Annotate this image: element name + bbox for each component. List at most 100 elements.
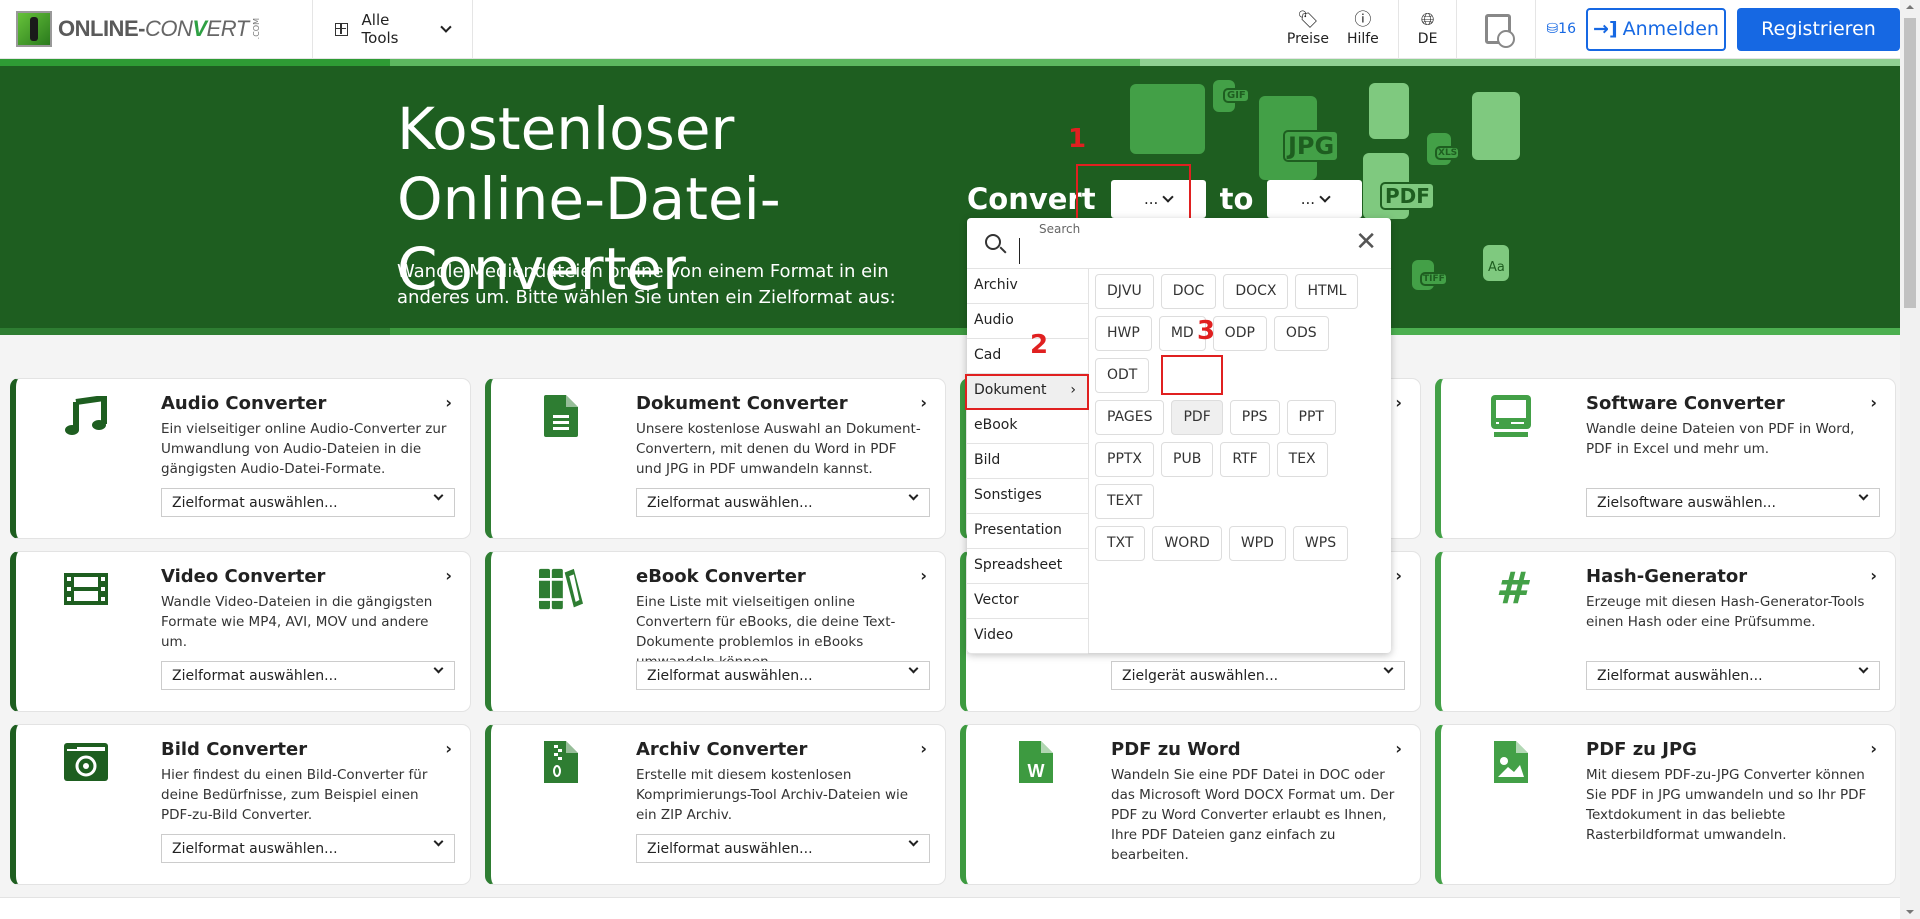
format-option[interactable]: PPT — [1286, 400, 1336, 435]
card-title[interactable]: PDF zu Word — [1111, 739, 1241, 760]
chevron-right-icon[interactable]: › — [1870, 393, 1877, 412]
format-option[interactable]: DJVU — [1095, 274, 1154, 309]
clipboard-history-icon[interactable] — [1485, 14, 1516, 48]
card-target-select[interactable]: Zielformat auswählen... — [636, 661, 930, 690]
preise-link[interactable]: 🏷︎ Preise — [1287, 11, 1329, 47]
card-title[interactable]: Hash-Generator — [1586, 566, 1747, 587]
help-icon: ⓘ — [1354, 10, 1372, 30]
format-option[interactable]: TEX — [1276, 442, 1328, 477]
card-title[interactable]: Archiv Converter — [636, 739, 807, 760]
format-option[interactable]: RTF — [1220, 442, 1270, 477]
format-option[interactable]: WPS — [1292, 526, 1349, 561]
login-button[interactable]: →] Anmelden — [1586, 7, 1726, 51]
format-option[interactable]: TEXT — [1095, 484, 1155, 519]
close-icon[interactable]: ✕ — [1355, 229, 1377, 255]
format-option[interactable]: PAGES — [1095, 400, 1165, 435]
card-target-select[interactable]: Zielformat auswählen... — [636, 488, 930, 517]
category-item[interactable]: Cad — [967, 339, 1088, 374]
chevron-right-icon[interactable]: › — [920, 739, 927, 758]
converter-card[interactable]: Software Converter Wandle deine Dateien v… — [1435, 378, 1896, 539]
search-input[interactable] — [1019, 238, 1319, 264]
format-option[interactable]: PUB — [1161, 442, 1214, 477]
grid-icon — [335, 22, 348, 36]
hilfe-link[interactable]: ⓘ Hilfe — [1347, 11, 1379, 47]
category-item[interactable]: Vector — [967, 584, 1088, 619]
card-target-select[interactable]: Zielgerät auswählen... — [1111, 661, 1405, 690]
category-item[interactable]: Sonstiges — [967, 479, 1088, 514]
chevron-right-icon[interactable]: › — [445, 739, 452, 758]
card-select-value: Zielsoftware auswählen... — [1597, 494, 1776, 511]
chevron-right-icon[interactable]: › — [1870, 566, 1877, 585]
converter-card[interactable]: PDF zu JPG Mit diesem PDF-zu-JPG Converte… — [1435, 724, 1896, 885]
to-format-select[interactable]: ... — [1267, 180, 1363, 218]
converter-card[interactable]: # Hash-Generator Erzeuge mit diesen Hash-G… — [1435, 551, 1896, 712]
logo[interactable]: ONLINE-CONVERT .COM — [0, 0, 313, 59]
register-label: Registrieren — [1761, 18, 1876, 40]
card-description: Ein vielseitiger online Audio-Converter … — [161, 421, 447, 477]
format-option[interactable]: PPTX — [1095, 442, 1155, 477]
card-title[interactable]: PDF zu JPG — [1586, 739, 1697, 760]
card-title[interactable]: Video Converter — [161, 566, 325, 587]
scroll-down-arrow[interactable] — [1906, 910, 1914, 914]
format-option[interactable]: ODS — [1273, 316, 1329, 351]
chevron-right-icon[interactable]: › — [1870, 739, 1877, 758]
category-item[interactable]: Spreadsheet — [967, 549, 1088, 584]
converter-card[interactable]: Archiv Converter Erstelle mit diesem kost… — [485, 724, 946, 885]
chevron-right-icon[interactable]: › — [445, 566, 452, 585]
category-item[interactable]: Archiv — [967, 269, 1088, 304]
credits-counter[interactable]: ⛁16 — [1546, 21, 1576, 37]
chevron-right-icon[interactable]: › — [1395, 739, 1402, 758]
chevron-right-icon[interactable]: › — [445, 393, 452, 412]
converter-card[interactable]: W PDF zu Word Wandeln Sie eine PDF Datei i… — [960, 724, 1421, 885]
converter-card[interactable]: eBook Converter Eine Liste mit vielseitig… — [485, 551, 946, 712]
format-option[interactable]: WORD — [1152, 526, 1222, 561]
category-item[interactable]: Bild — [967, 444, 1088, 479]
converter-card[interactable]: Dokument Converter Unsere kostenlose Ausw… — [485, 378, 946, 539]
scrollbar-thumb[interactable] — [1904, 18, 1916, 308]
converter-card[interactable]: Video Converter Wandle Video-Dateien in d… — [10, 551, 471, 712]
card-title[interactable]: Dokument Converter — [636, 393, 848, 414]
card-target-select[interactable]: Zielformat auswählen... — [161, 834, 455, 863]
chevron-down-icon — [908, 836, 919, 847]
chevron-right-icon[interactable]: › — [920, 393, 927, 412]
chevron-right-icon[interactable]: › — [1395, 393, 1402, 412]
format-option[interactable]: HWP — [1095, 316, 1152, 351]
card-target-select[interactable]: Zielformat auswählen... — [161, 661, 455, 690]
category-item[interactable]: Video — [967, 619, 1088, 654]
chevron-right-icon[interactable]: › — [920, 566, 927, 585]
card-title[interactable]: Audio Converter — [161, 393, 326, 414]
card-target-select[interactable]: Zielformat auswählen... — [1586, 661, 1880, 690]
card-title[interactable]: Software Converter — [1586, 393, 1785, 414]
card-description: Erstelle mit diesem kostenlosen Komprimi… — [636, 767, 909, 823]
format-option[interactable]: TXT — [1095, 526, 1146, 561]
format-option[interactable]: WPD — [1228, 526, 1286, 561]
category-item[interactable]: eBook — [967, 409, 1088, 444]
card-target-select[interactable]: Zielsoftware auswählen... — [1586, 488, 1880, 517]
card-target-select[interactable]: Zielformat auswählen... — [636, 834, 930, 863]
category-item[interactable]: Audio — [967, 304, 1088, 339]
scrollbar[interactable] — [1900, 0, 1920, 919]
language-selector[interactable]: 🌐︎ DE — [1418, 11, 1438, 47]
annotation-number-1: 1 — [1068, 124, 1087, 154]
card-title[interactable]: Bild Converter — [161, 739, 307, 760]
converter-card[interactable]: Audio Converter Ein vielseitiger online A… — [10, 378, 471, 539]
card-title[interactable]: eBook Converter — [636, 566, 806, 587]
chevron-down-icon — [908, 663, 919, 674]
format-option[interactable]: ODP — [1212, 316, 1267, 351]
card-target-select[interactable]: Zielformat auswählen... — [161, 488, 455, 517]
envelope-icon — [1130, 84, 1205, 154]
scroll-up-arrow[interactable] — [1906, 5, 1914, 9]
chevron-right-icon[interactable]: › — [1395, 566, 1402, 585]
converter-card[interactable]: Bild Converter Hier findest du einen Bild… — [10, 724, 471, 885]
format-option[interactable]: PPS — [1229, 400, 1280, 435]
format-option[interactable]: ODT — [1095, 358, 1150, 393]
search-label: Search — [1039, 222, 1081, 236]
format-option[interactable]: DOC — [1160, 274, 1217, 309]
format-option[interactable]: DOCX — [1223, 274, 1289, 309]
alle-tools-menu[interactable]: Alle Tools — [313, 0, 473, 59]
format-option[interactable]: HTML — [1295, 274, 1359, 309]
chart-file-icon — [1472, 92, 1520, 160]
category-item[interactable]: Presentation — [967, 514, 1088, 549]
format-option[interactable]: PDF — [1171, 400, 1223, 435]
register-button[interactable]: Registrieren — [1737, 7, 1900, 51]
